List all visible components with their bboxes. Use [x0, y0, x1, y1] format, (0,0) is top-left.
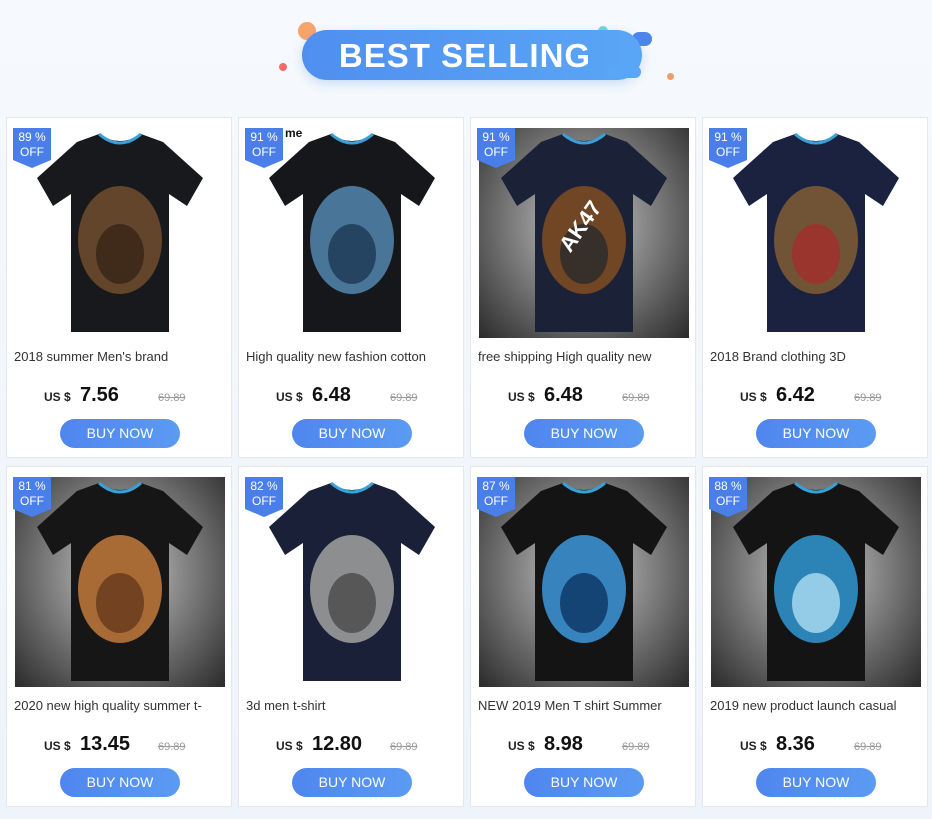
sale-price: 8.98: [544, 733, 583, 755]
decor-dot: [279, 63, 287, 71]
discount-off-label: OFF: [484, 145, 508, 159]
buy-now-button[interactable]: BUY NOW: [60, 419, 180, 448]
product-title[interactable]: 3d men t-shirt: [246, 698, 458, 713]
product-grid: 89 % OFF 2018 summer Men's brand US $7.56…: [6, 117, 928, 807]
product-title[interactable]: free shipping High quality new: [478, 349, 690, 364]
price-row: US $ 6.48 69.89: [471, 384, 697, 410]
buy-now-button[interactable]: BUY NOW: [292, 419, 412, 448]
currency-label: US $: [276, 739, 303, 753]
currency-label: US $: [508, 739, 535, 753]
discount-percent: 91 %: [250, 130, 278, 144]
sale-price: 8.36: [776, 733, 815, 755]
currency-label: US $: [740, 390, 767, 404]
original-price: 69.89: [622, 741, 650, 753]
product-card[interactable]: r me 91 % OFF High quality new fashion co…: [238, 117, 464, 458]
product-card[interactable]: 87 % OFF NEW 2019 Men T shirt Summer US $…: [470, 466, 696, 807]
product-title[interactable]: 2018 Brand clothing 3D: [710, 349, 922, 364]
price-row: US $ 12.80 69.89: [239, 733, 465, 759]
owl-print-icon: [542, 535, 626, 643]
buy-now-button[interactable]: BUY NOW: [756, 419, 876, 448]
original-price: 69.89: [390, 741, 418, 753]
buy-now-button[interactable]: BUY NOW: [524, 419, 644, 448]
original-price: 69.89: [390, 392, 418, 404]
currency-label: US $: [508, 390, 535, 404]
gorilla-cap-print-icon: [774, 186, 858, 294]
discount-off-label: OFF: [716, 494, 740, 508]
currency-label: US $: [276, 390, 303, 404]
banner-title: BEST SELLING: [338, 37, 592, 74]
currency-label: US $: [740, 739, 767, 753]
discount-percent: 82 %: [250, 479, 278, 493]
sale-price: 6.48: [312, 384, 351, 406]
product-card[interactable]: 89 % OFF 2018 summer Men's brand US $ 7.56…: [6, 117, 232, 458]
price-row: US $ 6.42 69.89: [703, 384, 929, 410]
discount-percent: 81 %: [18, 479, 46, 493]
discount-off-label: OFF: [20, 494, 44, 508]
best-selling-banner: BEST SELLING: [0, 0, 932, 110]
discount-off-label: OFF: [252, 145, 276, 159]
product-title[interactable]: High quality new fashion cotton: [246, 349, 458, 364]
buy-now-button[interactable]: BUY NOW: [60, 768, 180, 797]
price-row: US $ 13.45 69.89: [7, 733, 233, 759]
original-price: 69.89: [854, 392, 882, 404]
price-row: US $ 8.36 69.89: [703, 733, 929, 759]
discount-off-label: OFF: [484, 494, 508, 508]
product-title[interactable]: 2019 new product launch casual: [710, 698, 922, 713]
product-card[interactable]: 88 % OFF 2019 new product launch casual U…: [702, 466, 928, 807]
original-price: 69.89: [854, 741, 882, 753]
buy-now-button[interactable]: BUY NOW: [292, 768, 412, 797]
price-row: US $ 6.48 69.89: [239, 384, 465, 410]
original-price: 69.89: [158, 741, 186, 753]
discount-off-label: OFF: [252, 494, 276, 508]
product-card[interactable]: AK47 91 % OFF free shipping High quality …: [470, 117, 696, 458]
wolf-face-print-icon: [310, 535, 394, 643]
discount-percent: 91 %: [714, 130, 742, 144]
product-title[interactable]: 2018 summer Men's brand: [14, 349, 226, 364]
sale-price: 7.56: [80, 384, 119, 406]
feather-headdress-print-icon: [78, 535, 162, 643]
discount-percent: 89 %: [18, 130, 46, 144]
original-price: 69.89: [158, 392, 186, 404]
orca-wave-print-icon: [774, 535, 858, 643]
sale-price: 12.80: [312, 733, 363, 755]
monkey-face-print-icon: [78, 186, 162, 294]
discount-percent: 91 %: [482, 130, 510, 144]
discount-percent: 87 %: [482, 479, 510, 493]
price-row: US $ 7.56 69.89: [7, 384, 233, 410]
product-title[interactable]: 2020 new high quality summer t-: [14, 698, 226, 713]
original-price: 69.89: [622, 392, 650, 404]
discount-percent: 88 %: [714, 479, 742, 493]
buy-now-button[interactable]: BUY NOW: [524, 768, 644, 797]
sale-price: 6.48: [544, 384, 583, 406]
discount-off-label: OFF: [716, 145, 740, 159]
wolf-moon-print-icon: [310, 186, 394, 294]
product-card[interactable]: 91 % OFF 2018 Brand clothing 3D US $ 6.42 6…: [702, 117, 928, 458]
discount-off-label: OFF: [20, 145, 44, 159]
product-card[interactable]: 82 % OFF 3d men t-shirt US $ 12.80 69.89 BU…: [238, 466, 464, 807]
sale-price: 6.42: [776, 384, 815, 406]
decor-dot: [667, 73, 674, 80]
product-title[interactable]: NEW 2019 Men T shirt Summer: [478, 698, 690, 713]
price-row: US $ 8.98 69.89: [471, 733, 697, 759]
currency-label: US $: [44, 739, 71, 753]
product-card[interactable]: 81 % OFF 2020 new high quality summer t- …: [6, 466, 232, 807]
currency-label: US $: [44, 390, 71, 404]
sale-price: 13.45: [80, 733, 131, 755]
buy-now-button[interactable]: BUY NOW: [756, 768, 876, 797]
